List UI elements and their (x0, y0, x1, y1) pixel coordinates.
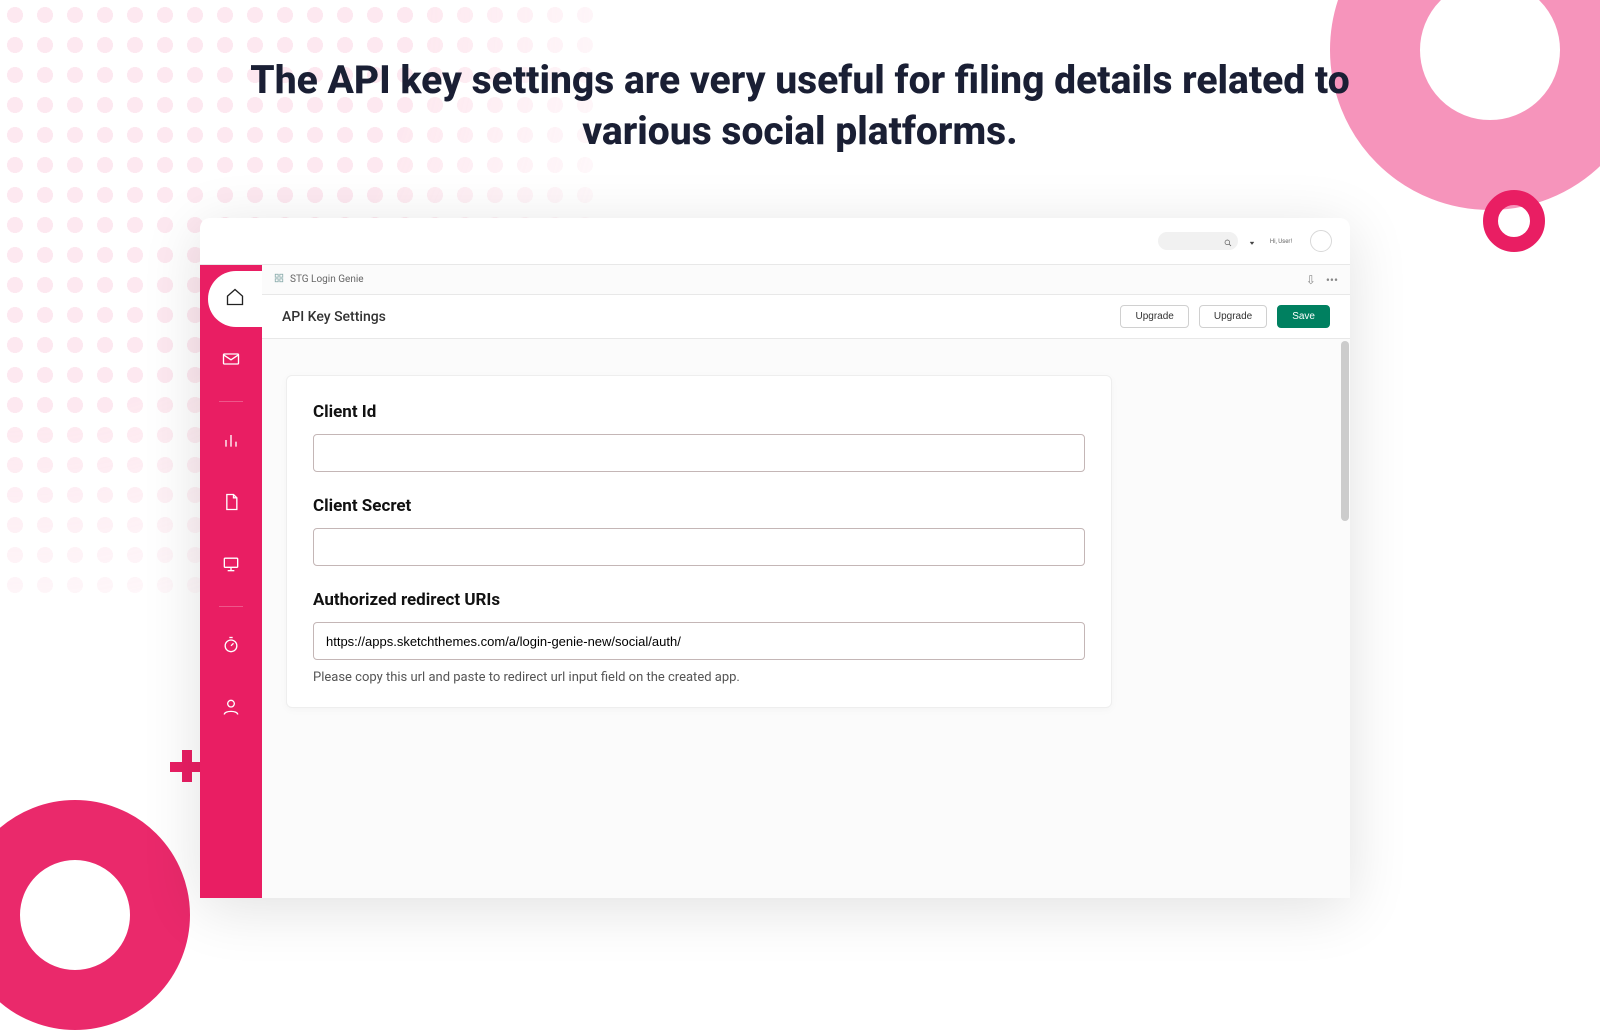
settings-card: Client Id Client Secret Authorized redir… (286, 375, 1112, 708)
pin-icon[interactable]: ⇩ (1306, 273, 1316, 287)
user-icon (221, 697, 241, 721)
upgrade-button[interactable]: Upgrade (1199, 305, 1267, 328)
grid-icon (274, 273, 284, 286)
chevron-down-icon[interactable] (1248, 232, 1256, 251)
scroll-area[interactable]: Client Id Client Secret Authorized redir… (262, 339, 1350, 898)
marketing-headline: The API key settings are very useful for… (0, 55, 1600, 156)
user-greeting: Hi, User! (1270, 238, 1292, 245)
top-bar: Hi, User! (200, 218, 1350, 265)
content-area: STG Login Genie ⇩ ••• API Key Settings U… (262, 265, 1350, 898)
sidebar-item-analytics[interactable] (200, 414, 262, 470)
breadcrumb-app-name[interactable]: STG Login Genie (290, 274, 364, 285)
more-icon[interactable]: ••• (1326, 273, 1338, 287)
scrollbar[interactable] (1341, 339, 1349, 898)
sidebar-separator (219, 401, 243, 402)
redirect-helper-text: Please copy this url and paste to redire… (313, 670, 1085, 685)
sidebar-item-customers[interactable] (200, 681, 262, 737)
client-id-input[interactable] (313, 434, 1085, 472)
client-id-label: Client Id (313, 402, 1085, 422)
app-window: Hi, User! (200, 218, 1350, 898)
decorative-plus (170, 750, 202, 782)
client-secret-input[interactable] (313, 528, 1085, 566)
sidebar-separator (219, 606, 243, 607)
sidebar-item-discounts[interactable] (200, 619, 262, 675)
search-input[interactable] (1158, 232, 1238, 250)
sidebar-item-online-store[interactable] (200, 538, 262, 594)
breadcrumb: STG Login Genie ⇩ ••• (262, 265, 1350, 295)
save-button[interactable]: Save (1277, 305, 1330, 328)
sidebar-item-content[interactable] (200, 476, 262, 532)
timer-icon (221, 635, 241, 659)
page-title: API Key Settings (282, 309, 386, 325)
search-icon (1224, 232, 1232, 251)
scrollbar-thumb[interactable] (1341, 341, 1349, 521)
decorative-ring-mid (1483, 190, 1545, 252)
upgrade-button-secondary[interactable]: Upgrade (1120, 305, 1188, 328)
redirect-label: Authorized redirect URIs (313, 590, 1085, 610)
sidebar (200, 265, 262, 898)
sidebar-item-home[interactable] (208, 271, 262, 327)
analytics-icon (221, 430, 241, 454)
sidebar-item-orders[interactable] (200, 333, 262, 389)
redirect-uri-input[interactable] (313, 622, 1085, 660)
mail-icon (221, 349, 241, 373)
client-secret-label: Client Secret (313, 496, 1085, 516)
home-icon (225, 287, 245, 311)
file-icon (221, 492, 241, 516)
monitor-icon (221, 554, 241, 578)
decorative-ring-bottom (0, 800, 190, 1030)
avatar[interactable] (1310, 230, 1332, 252)
title-bar: API Key Settings Upgrade Upgrade Save (262, 295, 1350, 339)
